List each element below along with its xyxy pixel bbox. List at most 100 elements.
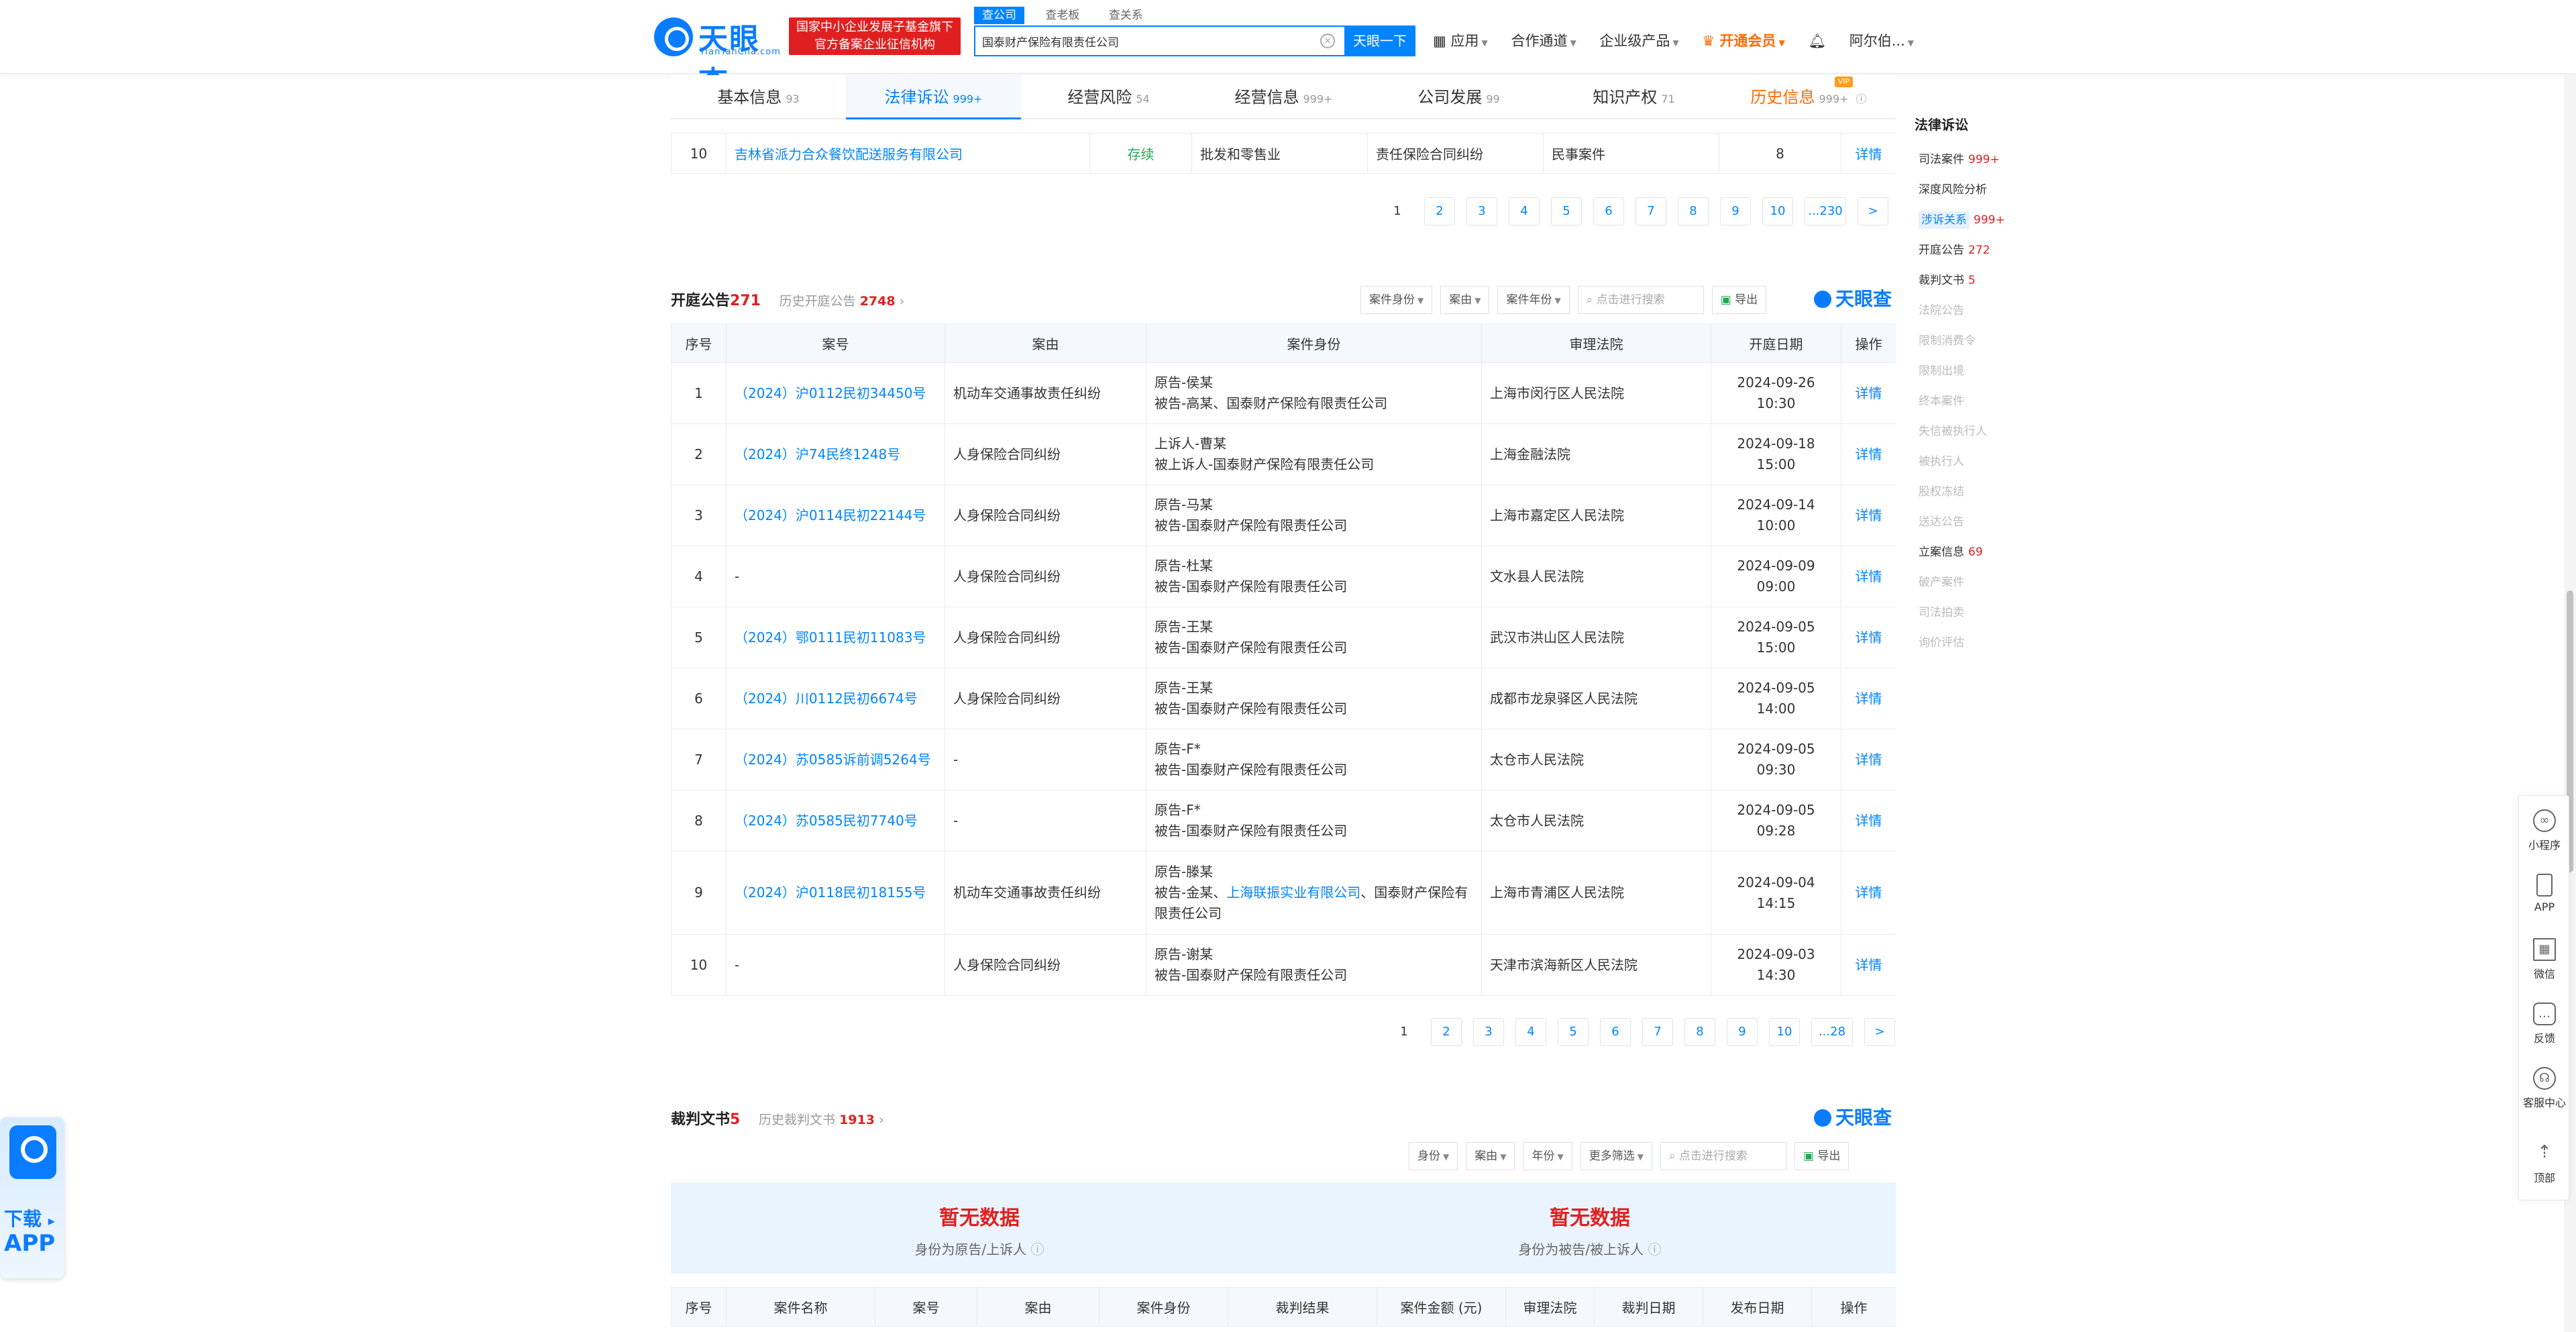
filter-more[interactable]: 更多筛选 ▼ [1580, 1142, 1652, 1170]
filter-identity[interactable]: 身份 ▼ [1409, 1142, 1458, 1170]
row-index: 1 [671, 362, 727, 424]
case-number-link[interactable]: （2024）沪0118民初18155号 [726, 851, 945, 935]
detail-link[interactable]: 详情 [1841, 934, 1896, 996]
detail-link[interactable]: 详情 [1841, 362, 1896, 424]
filter-cause[interactable]: 案由 ▼ [1466, 1142, 1515, 1170]
tianyancha-logo[interactable]: 天眼查 TianYanCha.com [654, 15, 788, 99]
filter-year[interactable]: 年份 ▼ [1523, 1142, 1572, 1170]
case-number-link[interactable]: （2024）苏0585民初7740号 [726, 790, 945, 852]
toc-item[interactable]: 深度风险分析 [1915, 178, 2015, 209]
date-cell: 2024-09-05 15:00 [1711, 607, 1841, 668]
help-icon[interactable]: ⓘ [1648, 1241, 1662, 1258]
case-number-link[interactable]: （2024）沪0112民初34450号 [726, 362, 945, 424]
tab-risk[interactable]: 经营风险 54 [1021, 75, 1196, 119]
search-tab-relation[interactable]: 查关系 [1101, 7, 1151, 24]
detail-link[interactable]: 详情 [1841, 133, 1896, 174]
tab-basic-info[interactable]: 基本信息 93 [671, 75, 846, 119]
float-wechat[interactable]: ▦ 微信 [2519, 938, 2570, 981]
detail-link[interactable]: 详情 [1841, 790, 1896, 852]
history-judgment-link[interactable]: 历史裁判文书 1913 › [759, 1113, 884, 1127]
case-number-link[interactable]: （2024）沪0114民初22144号 [726, 484, 945, 546]
nav-enterprise[interactable]: 企业级产品 ▼ [1599, 25, 1678, 58]
export-button[interactable]: ▣ 导出 [1711, 286, 1767, 314]
detail-link[interactable]: 详情 [1841, 484, 1896, 546]
page-link[interactable]: 7 [1642, 1018, 1673, 1046]
filter-cause[interactable]: 案由 ▼ [1440, 286, 1490, 314]
page-next-icon[interactable]: > [1864, 1018, 1895, 1046]
nav-apps-label: 应用 [1450, 33, 1479, 49]
page-link[interactable]: 9 [1720, 197, 1751, 225]
tab-ip[interactable]: 知识产权 71 [1546, 75, 1721, 119]
nav-partner[interactable]: 合作通道 ▼ [1511, 25, 1576, 58]
toc-item[interactable]: 涉诉关系 999+ [1915, 209, 2015, 239]
page-link[interactable]: 6 [1600, 1018, 1631, 1046]
tab-operation[interactable]: 经营信息 999+ [1196, 75, 1371, 119]
case-number-link[interactable]: （2024）沪74民终1248号 [726, 423, 945, 485]
nav-apps[interactable]: ▦ 应用 ▼ [1433, 25, 1488, 58]
page-last[interactable]: ...28 [1811, 1018, 1853, 1046]
detail-link[interactable]: 详情 [1841, 607, 1896, 668]
tab-history[interactable]: VIP 历史信息 999+ ⓘ [1721, 75, 1896, 119]
page-link[interactable]: 7 [1635, 197, 1666, 225]
company-link[interactable]: 吉林省派力合众餐饮配送服务有限公司 [726, 133, 1090, 174]
toc-item[interactable]: 司法案件 999+ [1915, 148, 2015, 178]
page-link[interactable]: 9 [1727, 1018, 1758, 1046]
bell-icon[interactable]: 🔔︎ [1808, 25, 1826, 56]
help-icon[interactable]: ⓘ [1852, 93, 1867, 105]
detail-link[interactable]: 详情 [1841, 423, 1896, 485]
download-app-widget[interactable]: 下载 ▸ APP [0, 1117, 64, 1278]
help-icon[interactable]: ⓘ [1031, 1241, 1044, 1258]
page-next-icon[interactable]: > [1858, 197, 1888, 225]
page-link[interactable]: 5 [1551, 197, 1582, 225]
date-cell: 2024-09-26 10:30 [1711, 362, 1841, 424]
export-button[interactable]: ▣ 导出 [1794, 1142, 1849, 1170]
nav-vip[interactable]: ♛ 开通会员 ▼ [1702, 25, 1784, 58]
page-link[interactable]: 10 [1762, 197, 1793, 225]
toc-item[interactable]: 裁判文书 5 [1915, 269, 2015, 299]
page-link[interactable]: 2 [1424, 197, 1455, 225]
search-tab-boss[interactable]: 查老板 [1037, 7, 1087, 24]
case-number-link[interactable]: （2024）苏0585诉前调5264号 [726, 729, 945, 790]
tab-development[interactable]: 公司发展 99 [1371, 75, 1546, 119]
case-number-link[interactable]: （2024）鄂0111民初11083号 [726, 607, 945, 668]
page-link[interactable]: 3 [1473, 1018, 1504, 1046]
tab-legal[interactable]: 法律诉讼 999+ [846, 75, 1021, 119]
page-link[interactable]: 4 [1515, 1018, 1546, 1046]
company-link[interactable]: 上海联振实业有限公司 [1226, 884, 1360, 901]
page-link[interactable]: 8 [1684, 1018, 1715, 1046]
page-link[interactable]: 8 [1678, 197, 1709, 225]
detail-link[interactable]: 详情 [1841, 668, 1896, 729]
page-link[interactable]: 6 [1593, 197, 1624, 225]
hearing-search-input[interactable]: ⌕ 点击进行搜索 [1577, 286, 1704, 314]
detail-link[interactable]: 详情 [1841, 729, 1896, 790]
page-link[interactable]: 10 [1769, 1018, 1800, 1046]
page-link[interactable]: 3 [1466, 197, 1497, 225]
case-number-link[interactable]: （2024）川0112民初6674号 [726, 668, 945, 729]
nav-user[interactable]: 阿尔伯... ▼ [1849, 25, 1914, 58]
float-top[interactable]: ⇡ 顶部 [2519, 1142, 2570, 1185]
search-tab-company[interactable]: 查公司 [974, 7, 1024, 24]
page-link[interactable]: 4 [1509, 197, 1540, 225]
float-app[interactable]: APP [2519, 874, 2570, 913]
judgment-search-input[interactable]: ⌕ 点击进行搜索 [1660, 1142, 1786, 1170]
toc-item[interactable]: 立案信息 69 [1915, 541, 2015, 571]
caret-down-icon: ▼ [1907, 38, 1914, 48]
clear-icon[interactable]: × [1320, 34, 1335, 48]
float-miniprogram[interactable]: ∞ 小程序 [2519, 809, 2570, 852]
detail-link[interactable]: 详情 [1841, 546, 1896, 607]
history-hearing-link[interactable]: 历史开庭公告 2748 › [780, 294, 905, 309]
detail-link[interactable]: 详情 [1841, 851, 1896, 935]
page-last[interactable]: ...230 [1805, 197, 1846, 225]
search-button[interactable]: 天眼一下 [1344, 25, 1415, 56]
filter-year[interactable]: 案件年份 ▼ [1497, 286, 1570, 314]
search-input[interactable] [975, 27, 1311, 55]
industry-cell: 批发和零售业 [1191, 133, 1368, 174]
page-link[interactable]: 2 [1431, 1018, 1462, 1046]
float-service[interactable]: ☊ 客服中心 [2519, 1067, 2570, 1110]
toc-label: 被执行人 [1919, 455, 1964, 468]
page-link[interactable]: 5 [1558, 1018, 1589, 1046]
float-feedback[interactable]: … 反馈 [2519, 1003, 2570, 1045]
caret-down-icon: ▼ [1672, 38, 1679, 48]
filter-identity[interactable]: 案件身份 ▼ [1360, 286, 1433, 314]
toc-item[interactable]: 开庭公告 272 [1915, 239, 2015, 269]
